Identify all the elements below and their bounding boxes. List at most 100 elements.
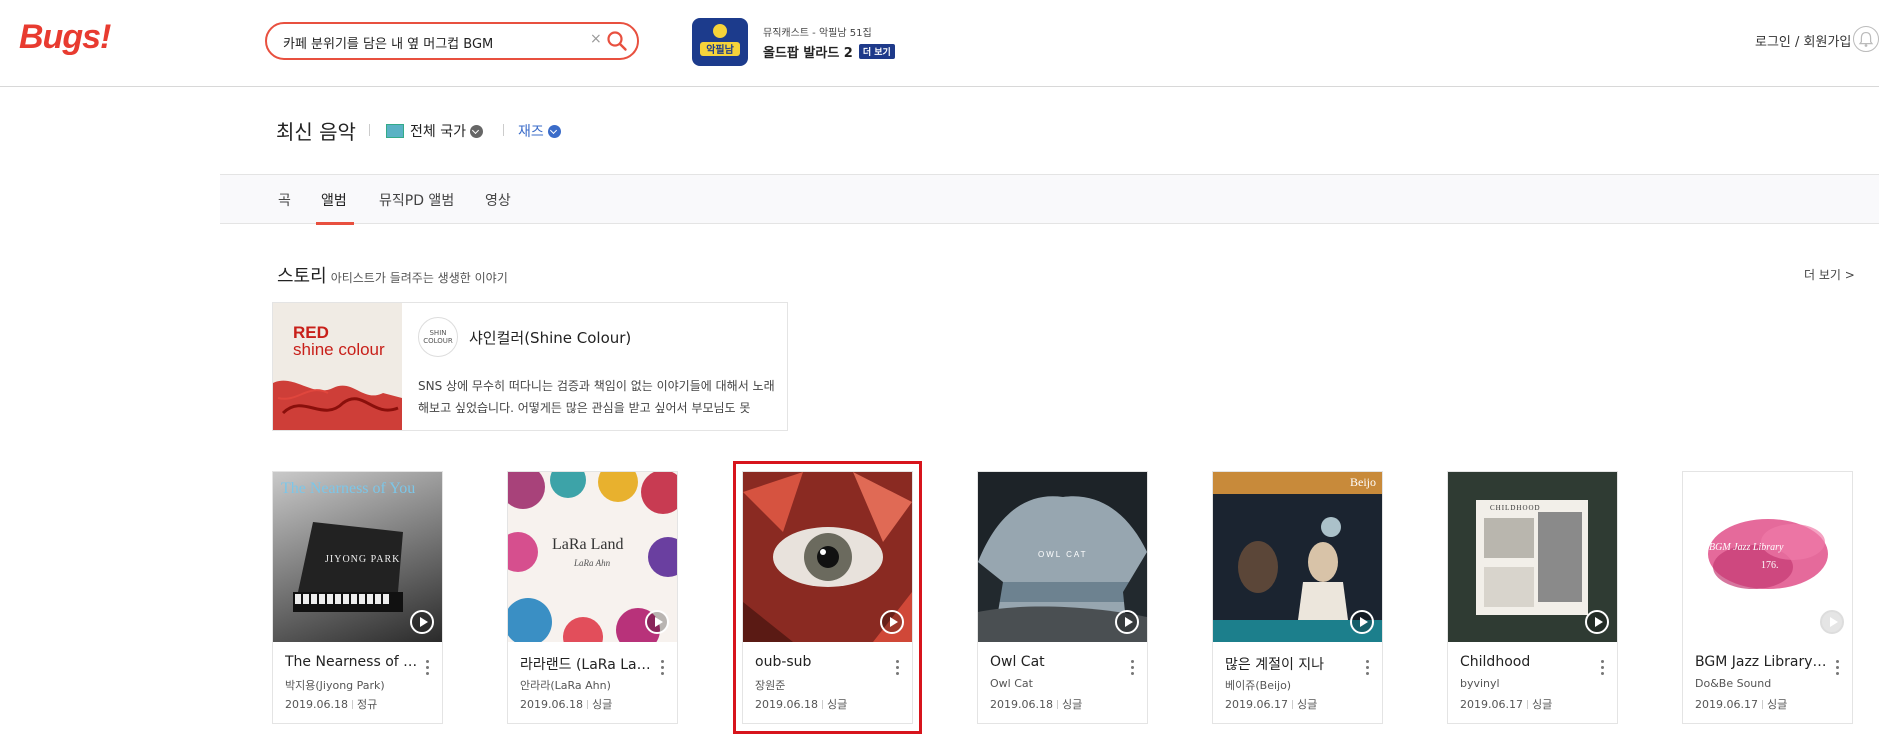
- album-title[interactable]: BGM Jazz Library_1…: [1695, 654, 1831, 670]
- play-button[interactable]: [1350, 610, 1374, 634]
- more-options-icon[interactable]: [1131, 660, 1135, 678]
- album-type: 정규: [356, 698, 378, 711]
- musiccast-badge-text: 악필남: [706, 43, 734, 56]
- clear-search-icon[interactable]: ×: [590, 31, 602, 47]
- promo-title-text[interactable]: 올드팝 발라드 2: [763, 46, 853, 61]
- top-header: Bugs! × 악필남 뮤직캐스트 - 악필남 51집 올드팝 발라드 2 더 보…: [0, 0, 1879, 87]
- chevron-down-icon[interactable]: [469, 125, 483, 138]
- album-artist[interactable]: 안라라(LaRa Ahn): [520, 677, 656, 693]
- album-card[interactable]: OWL CAT Owl Cat Owl Cat 2019.06.18 싱글: [977, 471, 1148, 724]
- selection-highlight: [733, 461, 922, 734]
- content-tabs: 곡 앨범 뮤직PD 앨범 영상: [220, 174, 1879, 225]
- tab-albums[interactable]: 앨범: [321, 190, 347, 210]
- divider: [1526, 700, 1528, 709]
- chevron-down-icon[interactable]: [547, 125, 561, 138]
- album-cover[interactable]: OWL CAT: [978, 472, 1147, 642]
- country-filter[interactable]: 전체 국가: [386, 121, 483, 141]
- more-options-icon[interactable]: [1366, 660, 1370, 678]
- search-box[interactable]: ×: [265, 22, 639, 60]
- album-artist[interactable]: Owl Cat: [990, 677, 1126, 690]
- album-artist[interactable]: byvinyl: [1460, 677, 1596, 690]
- play-button[interactable]: [410, 610, 434, 634]
- album-card[interactable]: The Nearness of You JIYONG PARK The Near…: [272, 471, 443, 724]
- cover-title: Beijo: [1350, 475, 1376, 489]
- album-card[interactable]: CHILDHOOD Childhood byvinyl 2019.06.17 싱글: [1447, 471, 1618, 724]
- album-card[interactable]: BGM Jazz Library 176. BGM Jazz Library_1…: [1682, 471, 1853, 724]
- cover-title: LaRa Land: [552, 536, 624, 553]
- album-type: 싱글: [1061, 698, 1083, 711]
- album-date: 2019.06.17: [1695, 698, 1758, 711]
- story-excerpt[interactable]: SNS 상에 무수히 떠다니는 검증과 책임이 없는 이야기들에 대해서 노래해…: [418, 375, 778, 419]
- album-meta: 2019.06.17 싱글: [1695, 696, 1787, 712]
- album-title[interactable]: Owl Cat: [990, 654, 1126, 670]
- cover-subtitle: LaRa Ahn: [574, 558, 611, 568]
- globe-flag-icon: [386, 124, 404, 138]
- active-tab-indicator: [316, 222, 354, 225]
- tab-videos[interactable]: 영상: [485, 190, 511, 210]
- album-date: 2019.06.18: [520, 698, 583, 711]
- more-options-icon[interactable]: [1836, 660, 1840, 678]
- cover-title: OWL CAT: [1038, 550, 1088, 559]
- album-meta: 2019.06.17 싱글: [1225, 696, 1317, 712]
- album-cover[interactable]: The Nearness of You JIYONG PARK: [273, 472, 442, 642]
- album-title[interactable]: 많은 계절이 지나: [1225, 654, 1361, 674]
- story-artist-name[interactable]: 샤인컬러(Shine Colour): [469, 327, 631, 348]
- album-artist[interactable]: 박지용(Jiyong Park): [285, 677, 421, 693]
- play-button[interactable]: [1585, 610, 1609, 634]
- cover-title: The Nearness of You: [281, 480, 416, 497]
- divider: [369, 124, 370, 136]
- story-subheading: 아티스트가 들려주는 생생한 이야기: [330, 271, 508, 285]
- promo-more-button[interactable]: 더 보기: [858, 44, 895, 59]
- artist-logo[interactable]: SHIN COLOUR: [418, 317, 458, 357]
- play-button[interactable]: [645, 610, 669, 634]
- album-meta: 2019.06.17 싱글: [1460, 696, 1552, 712]
- album-type: 싱글: [1766, 698, 1788, 711]
- album-cover[interactable]: CHILDHOOD: [1448, 472, 1617, 642]
- play-button[interactable]: [1820, 610, 1844, 634]
- album-title[interactable]: The Nearness of You: [285, 654, 421, 670]
- album-type: 싱글: [591, 698, 613, 711]
- bugs-logo[interactable]: Bugs!: [19, 18, 111, 57]
- album-cover[interactable]: BGM Jazz Library 176.: [1683, 472, 1852, 642]
- divider: [1761, 700, 1763, 709]
- more-options-icon[interactable]: [426, 660, 430, 678]
- story-cover-image[interactable]: RED shine colour: [273, 303, 402, 430]
- cover-title: BGM Jazz Library: [1709, 542, 1784, 553]
- album-meta: 2019.06.18 싱글: [520, 696, 612, 712]
- more-options-icon[interactable]: [661, 660, 665, 678]
- search-input[interactable]: [283, 32, 573, 52]
- musiccast-badge-icon: 악필남: [692, 18, 748, 66]
- album-cover[interactable]: LaRa Land LaRa Ahn: [508, 472, 677, 642]
- story-cover-line2: shine colour: [293, 340, 385, 359]
- album-date: 2019.06.17: [1460, 698, 1523, 711]
- tab-musicpd-albums[interactable]: 뮤직PD 앨범: [379, 190, 454, 210]
- album-title[interactable]: 라라랜드 (LaRa Land): [520, 654, 656, 674]
- country-filter-label[interactable]: 전체 국가: [410, 124, 466, 140]
- genre-filter-label[interactable]: 재즈: [518, 124, 544, 140]
- promo-title[interactable]: 올드팝 발라드 2 더 보기: [763, 42, 895, 61]
- story-more-link[interactable]: 더 보기 >: [1804, 266, 1855, 283]
- album-artist[interactable]: 베이쥬(Beijo): [1225, 677, 1361, 693]
- album-card[interactable]: Beijo 많은 계절이 지나 베이쥬(Beijo) 2019.06.17 싱글: [1212, 471, 1383, 724]
- play-button[interactable]: [1115, 610, 1139, 634]
- login-signup-link[interactable]: 로그인 / 회원가입: [1755, 31, 1851, 50]
- album-card[interactable]: LaRa Land LaRa Ahn 라라랜드 (LaRa Land) 안라라(…: [507, 471, 678, 724]
- album-artist[interactable]: Do&Be Sound: [1695, 677, 1831, 690]
- story-card[interactable]: RED shine colour SHIN COLOUR 샤인컬러(Shine …: [272, 302, 788, 431]
- story-heading: 스토리: [277, 266, 327, 287]
- cover-subtitle: JIYONG PARK: [325, 554, 401, 565]
- tab-songs[interactable]: 곡: [278, 190, 291, 210]
- page-title: 최신 음악: [276, 120, 356, 144]
- more-options-icon[interactable]: [1601, 660, 1605, 678]
- album-cover[interactable]: Beijo: [1213, 472, 1382, 642]
- divider: [1291, 700, 1293, 709]
- album-date: 2019.06.17: [1225, 698, 1288, 711]
- notification-bell-icon[interactable]: [1853, 26, 1879, 52]
- album-meta: 2019.06.18 싱글: [990, 696, 1082, 712]
- search-icon[interactable]: [606, 30, 628, 52]
- album-meta: 2019.06.18 정규: [285, 696, 377, 712]
- album-type: 싱글: [1296, 698, 1318, 711]
- album-type: 싱글: [1531, 698, 1553, 711]
- album-title[interactable]: Childhood: [1460, 654, 1596, 670]
- genre-filter[interactable]: 재즈: [518, 121, 561, 141]
